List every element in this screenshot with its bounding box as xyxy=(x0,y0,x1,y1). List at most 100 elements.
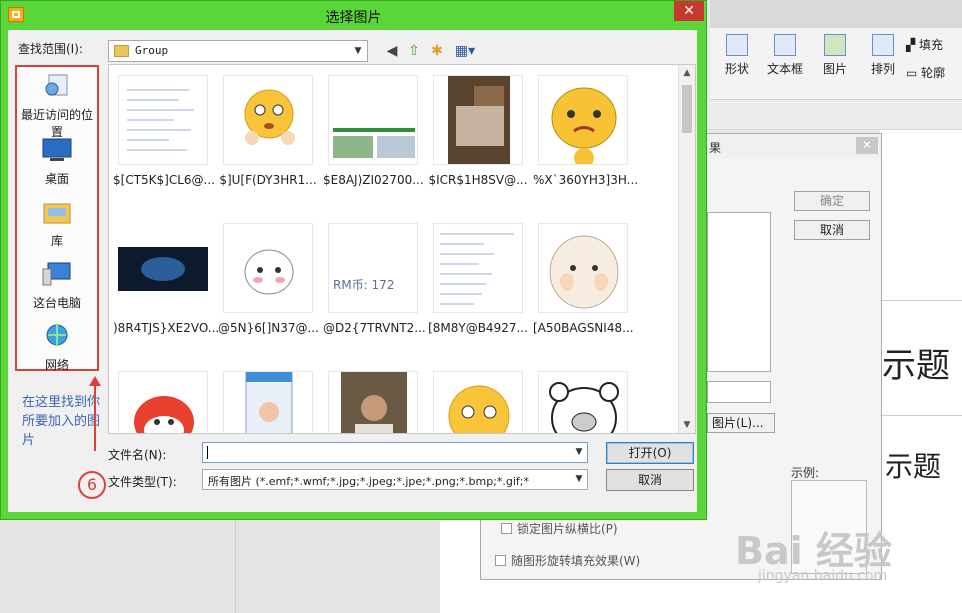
ok-button[interactable]: 确定 xyxy=(794,191,870,211)
file-item[interactable]: $E8AJ)ZI02700... xyxy=(323,75,424,187)
vertical-scrollbar[interactable]: ▲ ▼ xyxy=(678,65,695,433)
file-item[interactable]: @5N}6[]N37@... xyxy=(218,223,319,335)
close-icon[interactable]: ✕ xyxy=(674,1,704,21)
recent-places-icon xyxy=(45,74,68,96)
file-thumbnail xyxy=(118,223,208,313)
cancel-button[interactable]: 取消 xyxy=(606,469,694,491)
doc-rule xyxy=(880,300,962,301)
filetype-label: 文件类型(T): xyxy=(108,475,177,489)
file-item[interactable]: %X`360YH3]3H... xyxy=(533,75,639,187)
place-network[interactable]: 网络 xyxy=(17,323,97,373)
file-thumbnail xyxy=(538,223,628,313)
file-name: [A50BAGSNI48... xyxy=(533,321,634,335)
chevron-down-icon[interactable]: ▼ xyxy=(349,41,367,61)
file-item[interactable]: )8R4TJS}XE2VO... xyxy=(113,223,219,335)
place-libraries[interactable]: 库 xyxy=(17,199,97,249)
file-name: @D2{7TRVNT2... xyxy=(323,321,426,335)
filetype-select[interactable]: 所有图片 (*.emf;*.wmf;*.jpg;*.jpeg;*.jpe;*.p… xyxy=(202,469,588,490)
file-name: $[CT5K$]CL6@... xyxy=(113,173,215,187)
file-item[interactable]: $]U[F(DY3HR1... xyxy=(218,75,318,187)
file-thumbnail xyxy=(433,223,523,313)
folder-icon xyxy=(114,45,129,57)
file-name: [8M8Y@B4927... xyxy=(428,321,528,335)
file-name: $ICR$1H8SV@... xyxy=(428,173,528,187)
libraries-icon xyxy=(43,203,71,224)
file-item[interactable]: $[CT5K$]CL6@... xyxy=(113,75,215,187)
place-label: 这台电脑 xyxy=(32,296,81,310)
desktop-icon xyxy=(42,138,72,161)
picture-preview xyxy=(707,212,771,372)
file-thumbnail xyxy=(223,223,313,313)
file-item[interactable] xyxy=(428,371,528,433)
file-thumbnail xyxy=(223,371,313,433)
fill-dialog-close-button[interactable]: ✕ xyxy=(856,137,878,154)
place-label: 网络 xyxy=(44,358,69,372)
file-name: %X`360YH3]3H... xyxy=(533,173,639,187)
file-thumbnail xyxy=(328,371,418,433)
picture-icon xyxy=(824,34,846,56)
view-menu-icon[interactable]: ▦▾ xyxy=(452,42,478,60)
look-in-label: 查找范围(I): xyxy=(18,42,83,56)
ribbon-outline-button[interactable]: ▭ 轮廓 xyxy=(906,64,956,81)
arrange-icon xyxy=(872,34,894,56)
file-thumbnail xyxy=(433,371,523,433)
place-label: 最近访问的位置 xyxy=(20,108,93,139)
select-picture-button[interactable]: 图片(L)... xyxy=(707,413,775,433)
ribbon-picture-button[interactable]: 图片 xyxy=(810,34,860,77)
place-desktop[interactable]: 桌面 xyxy=(17,137,97,187)
file-thumbnail xyxy=(118,371,208,433)
scroll-down-icon[interactable]: ▼ xyxy=(679,417,695,433)
file-item[interactable] xyxy=(218,371,318,433)
place-label: 桌面 xyxy=(44,172,69,186)
ribbon-fill-button[interactable]: ▞ 填充 xyxy=(906,36,956,53)
filename-input[interactable]: ▼ xyxy=(202,442,588,463)
title-strip xyxy=(710,0,962,28)
scroll-up-icon[interactable]: ▲ xyxy=(679,65,695,81)
look-in-dropdown[interactable]: Group ▼ xyxy=(108,40,368,62)
file-item[interactable]: [A50BAGSNI48... xyxy=(533,223,634,335)
shape-icon xyxy=(726,34,748,56)
file-item[interactable]: $ICR$1H8SV@... xyxy=(428,75,528,187)
outline-icon: ▭ xyxy=(906,66,922,80)
scroll-thumb[interactable] xyxy=(682,85,692,133)
place-recent[interactable]: 最近访问的位置 xyxy=(17,73,97,140)
fill-dialog-cancel-button[interactable]: 取消 xyxy=(794,220,870,240)
file-item[interactable] xyxy=(113,371,213,433)
annotation-arrow-icon xyxy=(89,376,101,451)
new-folder-icon[interactable]: ✱ xyxy=(428,42,446,60)
lock-ratio-checkbox[interactable]: 锁定图片纵横比(P) xyxy=(501,520,618,537)
panel-divider xyxy=(235,520,236,613)
place-this-pc[interactable]: 这台电脑 xyxy=(17,261,97,311)
textbox-icon xyxy=(774,34,796,56)
baidu-watermark: Bai 经验 xyxy=(735,529,892,573)
up-folder-icon[interactable]: ⇧ xyxy=(405,42,423,60)
file-thumbnail xyxy=(223,75,313,165)
file-thumbnail xyxy=(328,75,418,165)
file-name: $E8AJ)ZI02700... xyxy=(323,173,424,187)
file-list: $[CT5K$]CL6@... $]U[F(DY3HR1... $E8AJ)ZI… xyxy=(108,64,696,434)
chevron-down-icon[interactable]: ▼ xyxy=(571,443,587,462)
ribbon-arrange-button[interactable]: 排列 xyxy=(858,34,908,77)
back-icon[interactable]: ◀ xyxy=(383,42,401,60)
slide-subtitle-text: 示题 xyxy=(885,450,942,483)
ribbon-shape-button[interactable]: 形状 xyxy=(712,34,762,77)
ribbon-textbox-button[interactable]: 文本框 xyxy=(760,34,810,77)
text-caret xyxy=(207,446,208,459)
file-item[interactable]: RM币: 172 @D2{7TRVNT2... xyxy=(323,223,426,335)
look-in-value: Group xyxy=(135,44,169,57)
picture-name-field[interactable] xyxy=(707,381,771,403)
open-button[interactable]: 打开(O) xyxy=(606,442,694,464)
file-item[interactable]: [8M8Y@B4927... xyxy=(428,223,528,335)
ribbon-subbar xyxy=(700,100,962,130)
places-bar: 最近访问的位置 桌面 库 这台电脑 网络 xyxy=(15,65,99,373)
file-thumbnail xyxy=(433,75,523,165)
fill-icon: ▞ xyxy=(906,38,920,52)
file-name: @5N}6[]N37@... xyxy=(218,321,319,335)
file-item[interactable] xyxy=(533,371,633,433)
rotate-fill-checkbox[interactable]: 随图形旋转填充效果(W) xyxy=(495,552,640,569)
watermark-url: jingyan.baidu.com xyxy=(758,568,888,584)
chevron-down-icon[interactable]: ▼ xyxy=(571,470,587,489)
filetype-value: 所有图片 (*.emf;*.wmf;*.jpg;*.jpeg;*.jpe;*.p… xyxy=(208,475,529,488)
thumbnail-caption: RM币: 172 xyxy=(333,278,395,292)
file-item[interactable] xyxy=(323,371,423,433)
